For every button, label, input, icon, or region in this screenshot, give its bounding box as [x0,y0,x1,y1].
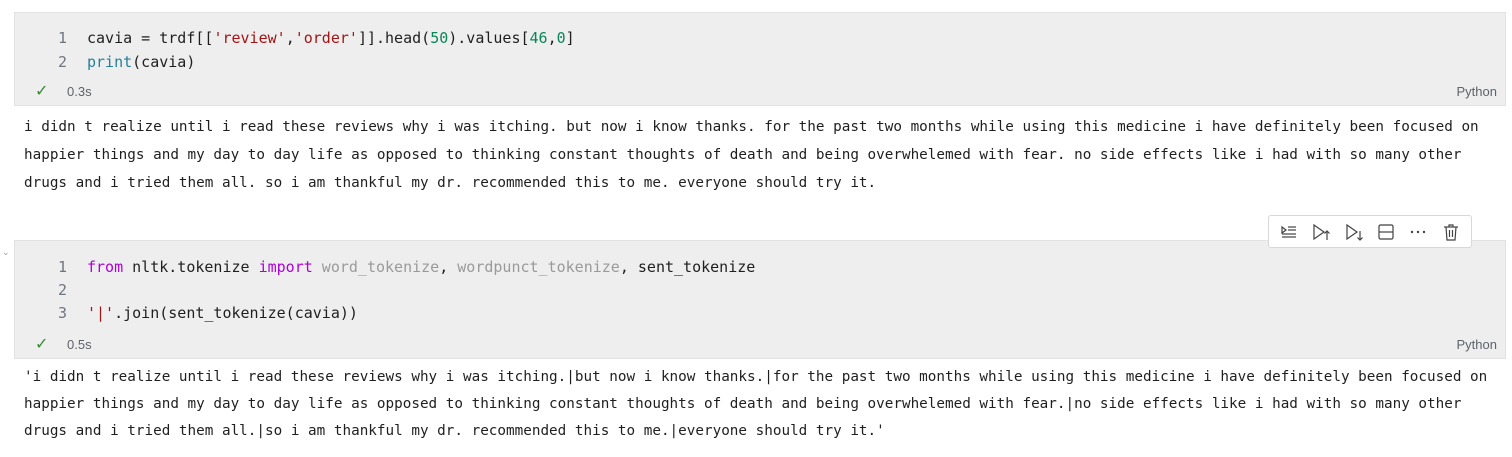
code-builtin: print [87,53,133,71]
chevron-down-icon[interactable]: ⌄ [2,248,10,257]
code-token: head [385,29,422,47]
execution-time: 0.3s [67,84,92,99]
code-token: nltk.tokenize [123,258,259,276]
line-number: 1 [57,258,67,276]
line-number: 3 [57,304,67,322]
code-token: , [547,29,557,47]
cell-language-button[interactable]: Python [1457,336,1497,354]
cell-language-button[interactable]: Python [1457,83,1497,101]
more-icon[interactable] [1405,220,1431,244]
execute-below-icon[interactable] [1341,220,1367,244]
line-number: 2 [57,53,67,71]
code-number: 46 [529,29,548,47]
code-token: sent_tokenize [637,258,756,276]
code-token: ( [421,29,431,47]
code-token: , [285,29,295,47]
code-token: cavia [87,29,133,47]
code-line-1[interactable]: 1 cavia = trdf[['review','order']].head(5… [15,26,575,50]
code-token: , [619,258,638,276]
code-cell-1[interactable]: 1 cavia = trdf[['review','order']].head(5… [14,12,1506,106]
code-line-2[interactable]: 2 [15,278,87,302]
code-token: = [132,29,160,47]
code-token: , [439,258,458,276]
code-token: (cavia) [132,53,196,71]
code-token: trdf [159,29,196,47]
line-number: 1 [57,29,67,47]
code-unused: word_tokenize [312,258,440,276]
code-line-3[interactable]: 3 '|'.join(sent_tokenize(cavia)) [15,301,358,325]
code-keyword: import [258,258,313,276]
code-token: ] [565,29,575,47]
cell-toolbar [1268,215,1472,248]
cell-status: ✓ 0.3s [15,83,92,101]
execution-time: 0.5s [67,337,92,352]
code-unused: wordpunct_tokenize [457,258,620,276]
code-token: [[ [195,29,214,47]
check-icon: ✓ [35,83,49,100]
delete-icon[interactable] [1438,220,1464,244]
code-line-2[interactable]: 2 print(cavia) [15,50,195,74]
code-cell-2[interactable]: 1 from nltk.tokenize import word_tokenize… [14,240,1506,359]
execute-above-icon[interactable] [1308,220,1334,244]
code-string: '|' [87,304,115,322]
check-icon: ✓ [35,336,49,353]
code-token: .join(sent_tokenize(cavia)) [114,304,358,322]
code-token: ]]. [357,29,386,47]
cell-output-1: i didn t realize until i read these revi… [24,119,1488,191]
code-string: 'order' [294,29,358,47]
split-cell-icon[interactable] [1373,220,1399,244]
code-token: ).values[ [448,29,530,47]
cell-status: ✓ 0.5s [15,336,92,354]
cell-output-2: 'i didn t realize until i read these rev… [24,369,1496,439]
code-keyword: from [87,258,124,276]
line-number: 2 [57,281,67,299]
code-string: 'review' [213,29,286,47]
code-line-1[interactable]: 1 from nltk.tokenize import word_tokenize… [15,255,755,279]
run-by-line-icon[interactable] [1276,220,1302,244]
code-number: 0 [556,29,566,47]
code-number: 50 [430,29,449,47]
